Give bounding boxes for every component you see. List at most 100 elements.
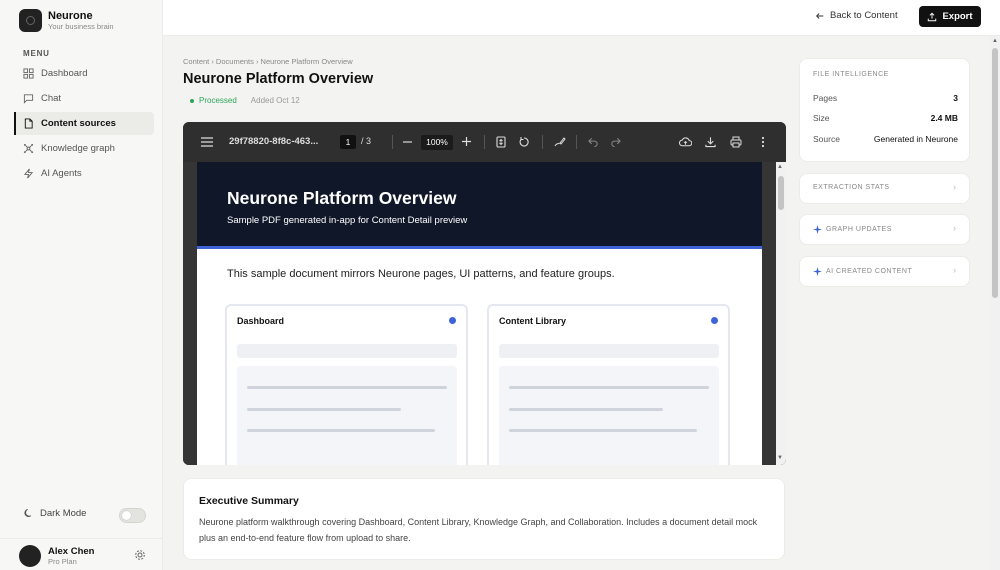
sidebar-item-dashboard[interactable]: Dashboard: [14, 62, 154, 85]
status-row: Processed Added Oct 12: [190, 96, 300, 105]
status-text: Processed: [199, 96, 237, 105]
draw-icon[interactable]: [554, 136, 566, 148]
pdf-card-block: [237, 366, 457, 465]
executive-summary-card: Executive Summary Neurone platform walkt…: [183, 478, 785, 560]
pdf-line: [247, 386, 447, 389]
logo-icon: [19, 9, 42, 32]
pdf-intro: This sample document mirrors Neurone pag…: [227, 268, 615, 280]
page-total: / 3: [361, 136, 372, 146]
pdf-card-dashboard: Dashboard: [225, 304, 468, 465]
pdf-line: [509, 386, 709, 389]
sidebar-nav: Dashboard Chat Content sources Knowledge…: [14, 62, 154, 187]
upload-icon: [928, 12, 937, 21]
panel-label-text: AI CREATED CONTENT: [826, 268, 913, 275]
brand-name: Neurone: [48, 9, 93, 22]
back-label: Back to Content: [830, 10, 898, 21]
pdf-scrollbar[interactable]: ▲ ▼: [776, 162, 786, 465]
dark-mode-label: Dark Mode: [23, 508, 86, 519]
intel-value: Generated in Neurone: [873, 134, 958, 144]
sidebar-item-label: Dashboard: [41, 68, 88, 79]
zoom-level[interactable]: 100%: [421, 135, 453, 150]
sidebar-item-chat[interactable]: Chat: [14, 87, 154, 110]
bolt-icon: [23, 168, 34, 179]
dark-mode-text: Dark Mode: [40, 508, 87, 519]
ai-created-content-panel[interactable]: AI CREATED CONTENT ›: [799, 256, 970, 287]
back-to-content-link[interactable]: Back to Content: [815, 10, 898, 21]
chevron-right-icon: ›: [953, 223, 956, 233]
dark-mode-toggle[interactable]: [119, 508, 146, 523]
intel-label: Pages: [813, 93, 838, 103]
user-plan: Pro Plan: [48, 556, 77, 566]
extraction-stats-panel[interactable]: EXTRACTION STATS ›: [799, 173, 970, 204]
divider: [576, 135, 577, 149]
topbar: Back to Content Export: [163, 0, 1000, 36]
page-scrollbar[interactable]: ▲: [990, 36, 1000, 570]
print-icon[interactable]: [730, 136, 742, 148]
scroll-down-icon[interactable]: ▼: [777, 455, 783, 461]
undo-icon[interactable]: [588, 137, 599, 147]
user-profile[interactable]: Alex Chen Pro Plan: [19, 545, 94, 567]
intel-row-pages: Pages 3: [813, 93, 958, 103]
pdf-card-dot: [711, 317, 718, 324]
moon-icon: [24, 508, 32, 518]
page-scrollbar-thumb[interactable]: [992, 48, 998, 298]
page-title: Neurone Platform Overview: [183, 71, 374, 87]
chevron-right-icon: ›: [953, 182, 956, 192]
file-intelligence-heading: FILE INTELLIGENCE: [813, 71, 889, 78]
pdf-line: [247, 429, 435, 432]
arrow-left-icon: [816, 12, 824, 19]
intel-row-source: Source Generated in Neurone: [813, 134, 958, 144]
redo-icon[interactable]: [610, 137, 621, 147]
graph-icon: [23, 143, 34, 154]
rotate-icon[interactable]: [518, 136, 530, 148]
pdf-card-block: [499, 366, 719, 465]
intel-label: Size: [813, 113, 830, 123]
user-name: Alex Chen: [48, 545, 95, 557]
avatar: [19, 545, 41, 567]
pdf-subtitle: Sample PDF generated in-app for Content …: [227, 215, 468, 226]
breadcrumb[interactable]: Content › Documents › Neurone Platform O…: [183, 57, 353, 66]
page-number-input[interactable]: 1: [340, 135, 356, 149]
sidebar-item-ai-agents[interactable]: AI Agents: [14, 162, 154, 185]
panel-label-text: GRAPH UPDATES: [826, 226, 892, 233]
graph-updates-panel[interactable]: GRAPH UPDATES ›: [799, 214, 970, 245]
download-icon[interactable]: [705, 136, 716, 148]
divider: [542, 135, 543, 149]
pdf-canvas[interactable]: Neurone Platform Overview Sample PDF gen…: [183, 162, 786, 465]
pdf-card-placeholder: [499, 344, 719, 358]
status-dot: [190, 98, 194, 103]
pdf-viewer: 29f78820-8f8c-463... 1 / 3 100% Neurone …: [183, 122, 786, 465]
pdf-scrollbar-thumb[interactable]: [778, 176, 784, 210]
scroll-up-icon[interactable]: ▲: [777, 164, 783, 170]
menu-icon[interactable]: [201, 137, 213, 147]
pdf-card-content-library: Content Library: [487, 304, 730, 465]
sidebar-item-content-sources[interactable]: Content sources: [14, 112, 154, 135]
sidebar-item-label: AI Agents: [41, 168, 82, 179]
chevron-right-icon: ›: [953, 265, 956, 275]
zoom-in-icon[interactable]: [462, 137, 471, 146]
scroll-up-icon[interactable]: ▲: [992, 38, 998, 44]
more-vertical-icon[interactable]: [761, 136, 765, 148]
panel-label: AI CREATED CONTENT: [813, 267, 912, 276]
pdf-line: [509, 429, 697, 432]
gear-icon[interactable]: [134, 549, 146, 561]
summary-text: Neurone platform walkthrough covering Da…: [199, 517, 758, 543]
intel-label: Source: [813, 134, 840, 144]
pdf-accent-bar: [197, 246, 762, 249]
sparkle-icon: [813, 225, 822, 234]
fit-page-icon[interactable]: [496, 136, 506, 148]
sidebar-item-label: Knowledge graph: [41, 143, 115, 154]
pdf-line: [509, 408, 663, 411]
status-badge: Processed: [190, 96, 237, 105]
brand[interactable]: Neurone Your business brain: [19, 9, 114, 32]
cloud-upload-icon[interactable]: [679, 136, 692, 148]
brand-tagline: Your business brain: [48, 21, 114, 31]
panel-label: GRAPH UPDATES: [813, 225, 892, 234]
sidebar-item-label: Chat: [41, 93, 62, 104]
sidebar-item-knowledge-graph[interactable]: Knowledge graph: [14, 137, 154, 160]
export-button[interactable]: Export: [919, 6, 981, 27]
zoom-out-icon[interactable]: [403, 141, 412, 143]
panel-label: EXTRACTION STATS: [813, 184, 890, 191]
grid-icon: [23, 68, 34, 79]
pdf-page: Neurone Platform Overview Sample PDF gen…: [197, 162, 762, 465]
